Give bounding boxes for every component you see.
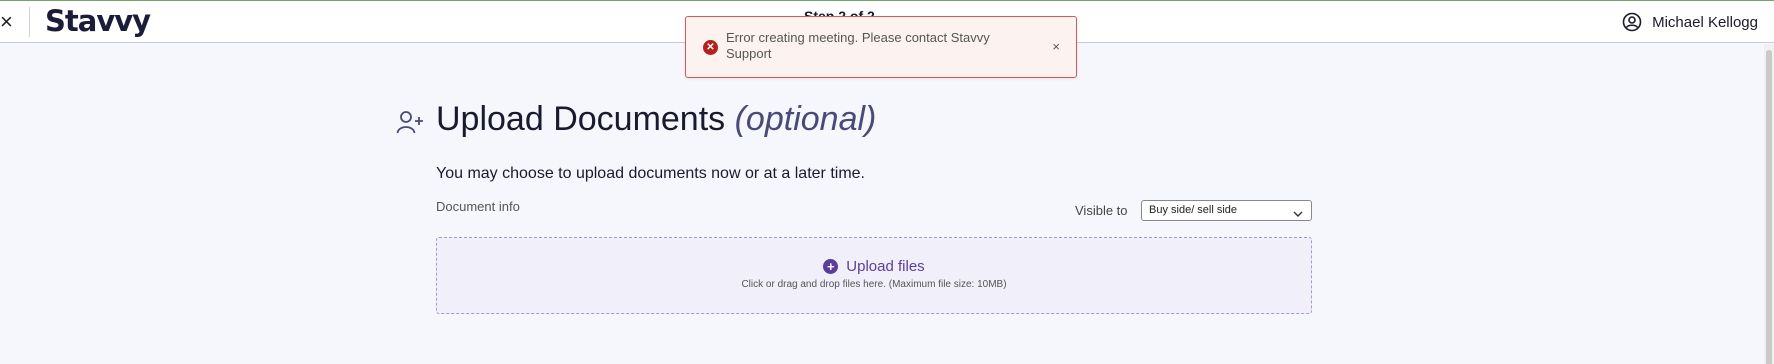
document-info-label: Document info [436,199,520,214]
visible-to-select[interactable]: Buy side/ sell side [1141,200,1312,221]
visible-to-label: Visible to [1075,203,1128,218]
add-user-icon [396,109,426,140]
page-title-text: Upload Documents [436,100,726,138]
upload-dropzone[interactable]: + Upload files Click or drag and drop fi… [436,237,1312,314]
user-menu[interactable]: Michael Kellogg [1622,11,1758,33]
upload-hint: Click or drag and drop files here. (Maxi… [741,279,1007,290]
logo: Stavvy [45,4,151,38]
upload-row: + Upload files [437,258,1311,275]
account-circle-icon [1622,12,1642,32]
scrollbar[interactable] [1764,44,1774,364]
plus-circle-icon: + [823,259,839,274]
page-title: Upload Documents (optional) [436,97,876,141]
visible-to-value: Buy side/ sell side [1149,204,1238,216]
chevron-down-icon [1293,206,1303,225]
divider [29,7,30,37]
page-title-optional: (optional) [734,100,877,138]
user-name: Michael Kellogg [1652,13,1758,31]
toast-message: Error creating meeting. Please contact S… [726,30,990,61]
error-circle-icon: ✕ [703,40,718,55]
upload-files-label[interactable]: Upload files [846,258,924,275]
toast-close-icon[interactable]: × [1052,39,1060,54]
close-icon[interactable]: × [0,9,16,35]
intro-text: You may choose to upload documents now o… [436,165,865,182]
error-toast: ✕ Error creating meeting. Please contact… [685,16,1077,78]
scrollbar-thumb[interactable] [1766,50,1772,364]
